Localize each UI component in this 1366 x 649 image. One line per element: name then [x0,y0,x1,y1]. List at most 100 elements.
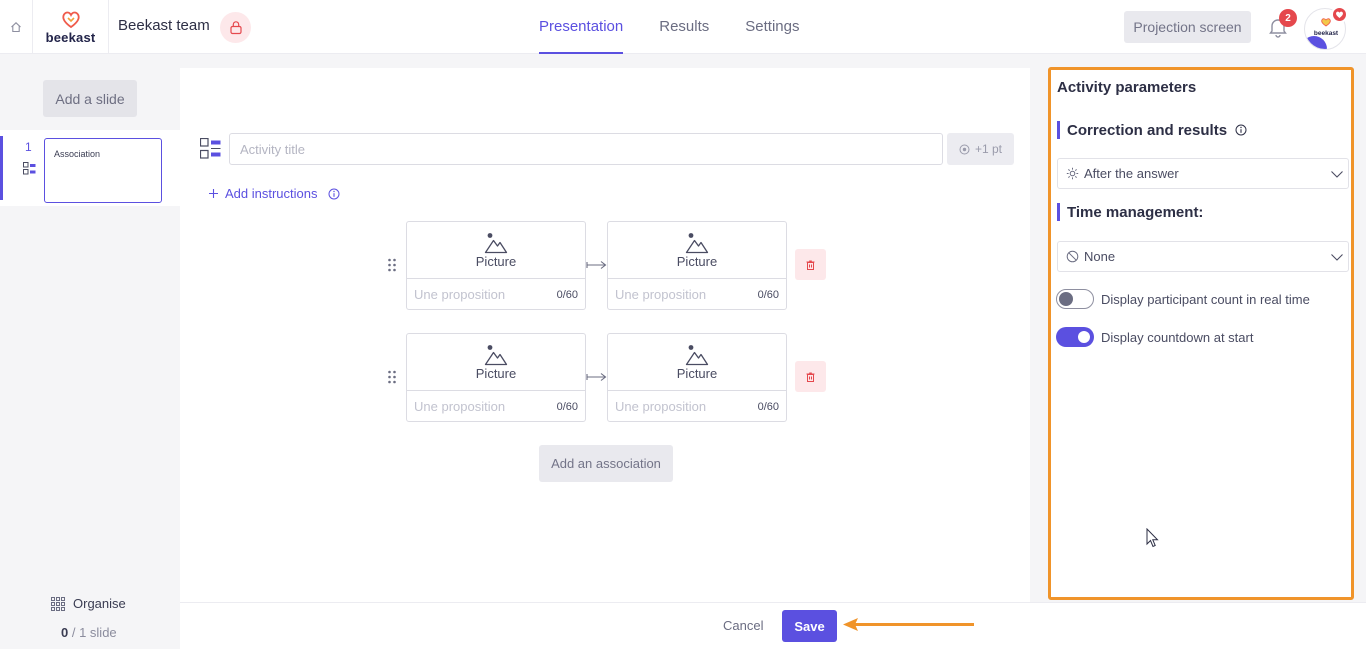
home-button[interactable] [0,0,32,54]
image-icon [685,344,709,365]
sun-icon [1066,167,1079,180]
proposition-placeholder: Une proposition [615,287,707,302]
slide-count: 0 / 1 slide [61,625,117,640]
organise-label: Organise [73,596,126,611]
projection-screen-button[interactable]: Projection screen [1124,11,1251,43]
correction-heading: Correction and results [1057,121,1247,139]
beekast-logo[interactable]: beekast [32,0,109,54]
link-arrow-icon [586,373,607,381]
delete-association-button[interactable] [795,249,826,280]
image-icon [484,344,508,365]
activity-type-icon [23,162,36,175]
drag-handle-icon[interactable] [387,258,397,272]
picture-label: Picture [475,365,517,381]
association-card-left: Picture Une proposition 0/60 [406,333,586,422]
proposition-input[interactable]: Une proposition 0/60 [407,391,585,422]
avatar-status-badge [1331,6,1348,23]
slide-number: 1 [25,140,32,154]
picture-upload[interactable]: Picture [407,222,585,279]
correction-select[interactable]: After the answer [1057,158,1349,189]
correction-value: After the answer [1084,166,1179,181]
target-icon [959,144,970,154]
home-icon [11,22,21,33]
proposition-input[interactable]: Une proposition 0/60 [407,279,585,310]
chevron-down-icon [1331,171,1343,178]
association-card-left: Picture Une proposition 0/60 [406,221,586,310]
toggle-knob [1059,292,1073,306]
beekast-logo-icon [61,11,80,29]
points-button[interactable]: +1 pt [947,133,1014,165]
proposition-input[interactable]: Une proposition 0/60 [608,391,786,422]
cancel-button[interactable]: Cancel [723,618,763,633]
activity-title-input[interactable] [229,133,943,165]
activity-type-icon[interactable] [200,138,221,159]
add-instructions-button[interactable]: Add instructions [208,186,340,201]
link-arrow-icon [586,261,607,269]
top-header: beekast Beekast team Presentation Result… [0,0,1366,54]
notification-badge: 2 [1279,9,1297,27]
picture-upload[interactable]: Picture [407,334,585,391]
chevron-down-icon [1331,254,1343,261]
time-management-heading: Time management: [1057,203,1203,221]
cursor-icon [1146,528,1159,548]
editor-footer [180,602,1366,649]
participant-count-toggle[interactable] [1056,289,1094,309]
picture-upload[interactable]: Picture [608,222,786,279]
save-button[interactable]: Save [782,610,837,642]
tab-presentation[interactable]: Presentation [539,0,624,54]
main-tabs: Presentation Results Settings [539,0,835,54]
info-icon[interactable] [328,188,340,200]
annotation-arrow-icon [843,618,974,631]
panel-title: Activity parameters [1057,79,1197,96]
add-association-button[interactable]: Add an association [539,445,673,482]
points-label: +1 pt [974,142,1003,156]
time-heading-label: Time management: [1067,203,1204,221]
tab-results[interactable]: Results [659,0,709,54]
trash-icon [806,260,815,270]
character-counter: 0/60 [757,400,779,413]
correction-heading-label: Correction and results [1067,121,1228,139]
participant-count-label: Display participant count in real time [1101,291,1310,307]
logo-text: beekast [45,30,96,45]
drag-handle-icon[interactable] [387,370,397,384]
organise-button[interactable]: Organise [51,596,126,611]
association-card-right: Picture Une proposition 0/60 [607,333,787,422]
add-slide-button[interactable]: Add a slide [43,80,137,117]
character-counter: 0/60 [556,288,578,301]
delete-association-button[interactable] [795,361,826,392]
picture-label: Picture [676,253,718,269]
total-count: / 1 slide [68,625,117,640]
participant-count-toggle-row: Display participant count in real time [1056,289,1310,309]
countdown-toggle-row: Display countdown at start [1056,327,1253,347]
picture-label: Picture [475,253,517,269]
info-icon[interactable] [1235,124,1247,136]
time-management-select[interactable]: None [1057,241,1349,272]
lock-button[interactable] [220,12,251,43]
time-value: None [1084,249,1116,264]
picture-upload[interactable]: Picture [608,334,786,391]
slide-thumbnail[interactable]: Association [44,138,162,203]
countdown-label: Display countdown at start [1101,329,1254,345]
proposition-placeholder: Une proposition [414,399,506,414]
ban-icon [1066,250,1079,263]
character-counter: 0/60 [556,400,578,413]
image-icon [484,232,508,253]
avatar-text: beekast [1314,30,1339,37]
trash-icon [806,372,815,382]
image-icon [685,232,709,253]
grid-icon [51,596,65,611]
heart-icon [1336,11,1343,18]
slide-thumbnail-title: Association [54,149,101,159]
tab-settings[interactable]: Settings [745,0,799,54]
countdown-toggle[interactable] [1056,327,1094,347]
association-card-right: Picture Une proposition 0/60 [607,221,787,310]
proposition-placeholder: Une proposition [615,399,707,414]
picture-label: Picture [676,365,718,381]
lock-icon [229,21,242,35]
add-instructions-label: Add instructions [225,186,318,201]
toggle-knob [1078,331,1090,343]
plus-icon [209,189,218,198]
proposition-input[interactable]: Une proposition 0/60 [608,279,786,310]
proposition-placeholder: Une proposition [414,287,506,302]
team-name: Beekast team [118,17,210,34]
